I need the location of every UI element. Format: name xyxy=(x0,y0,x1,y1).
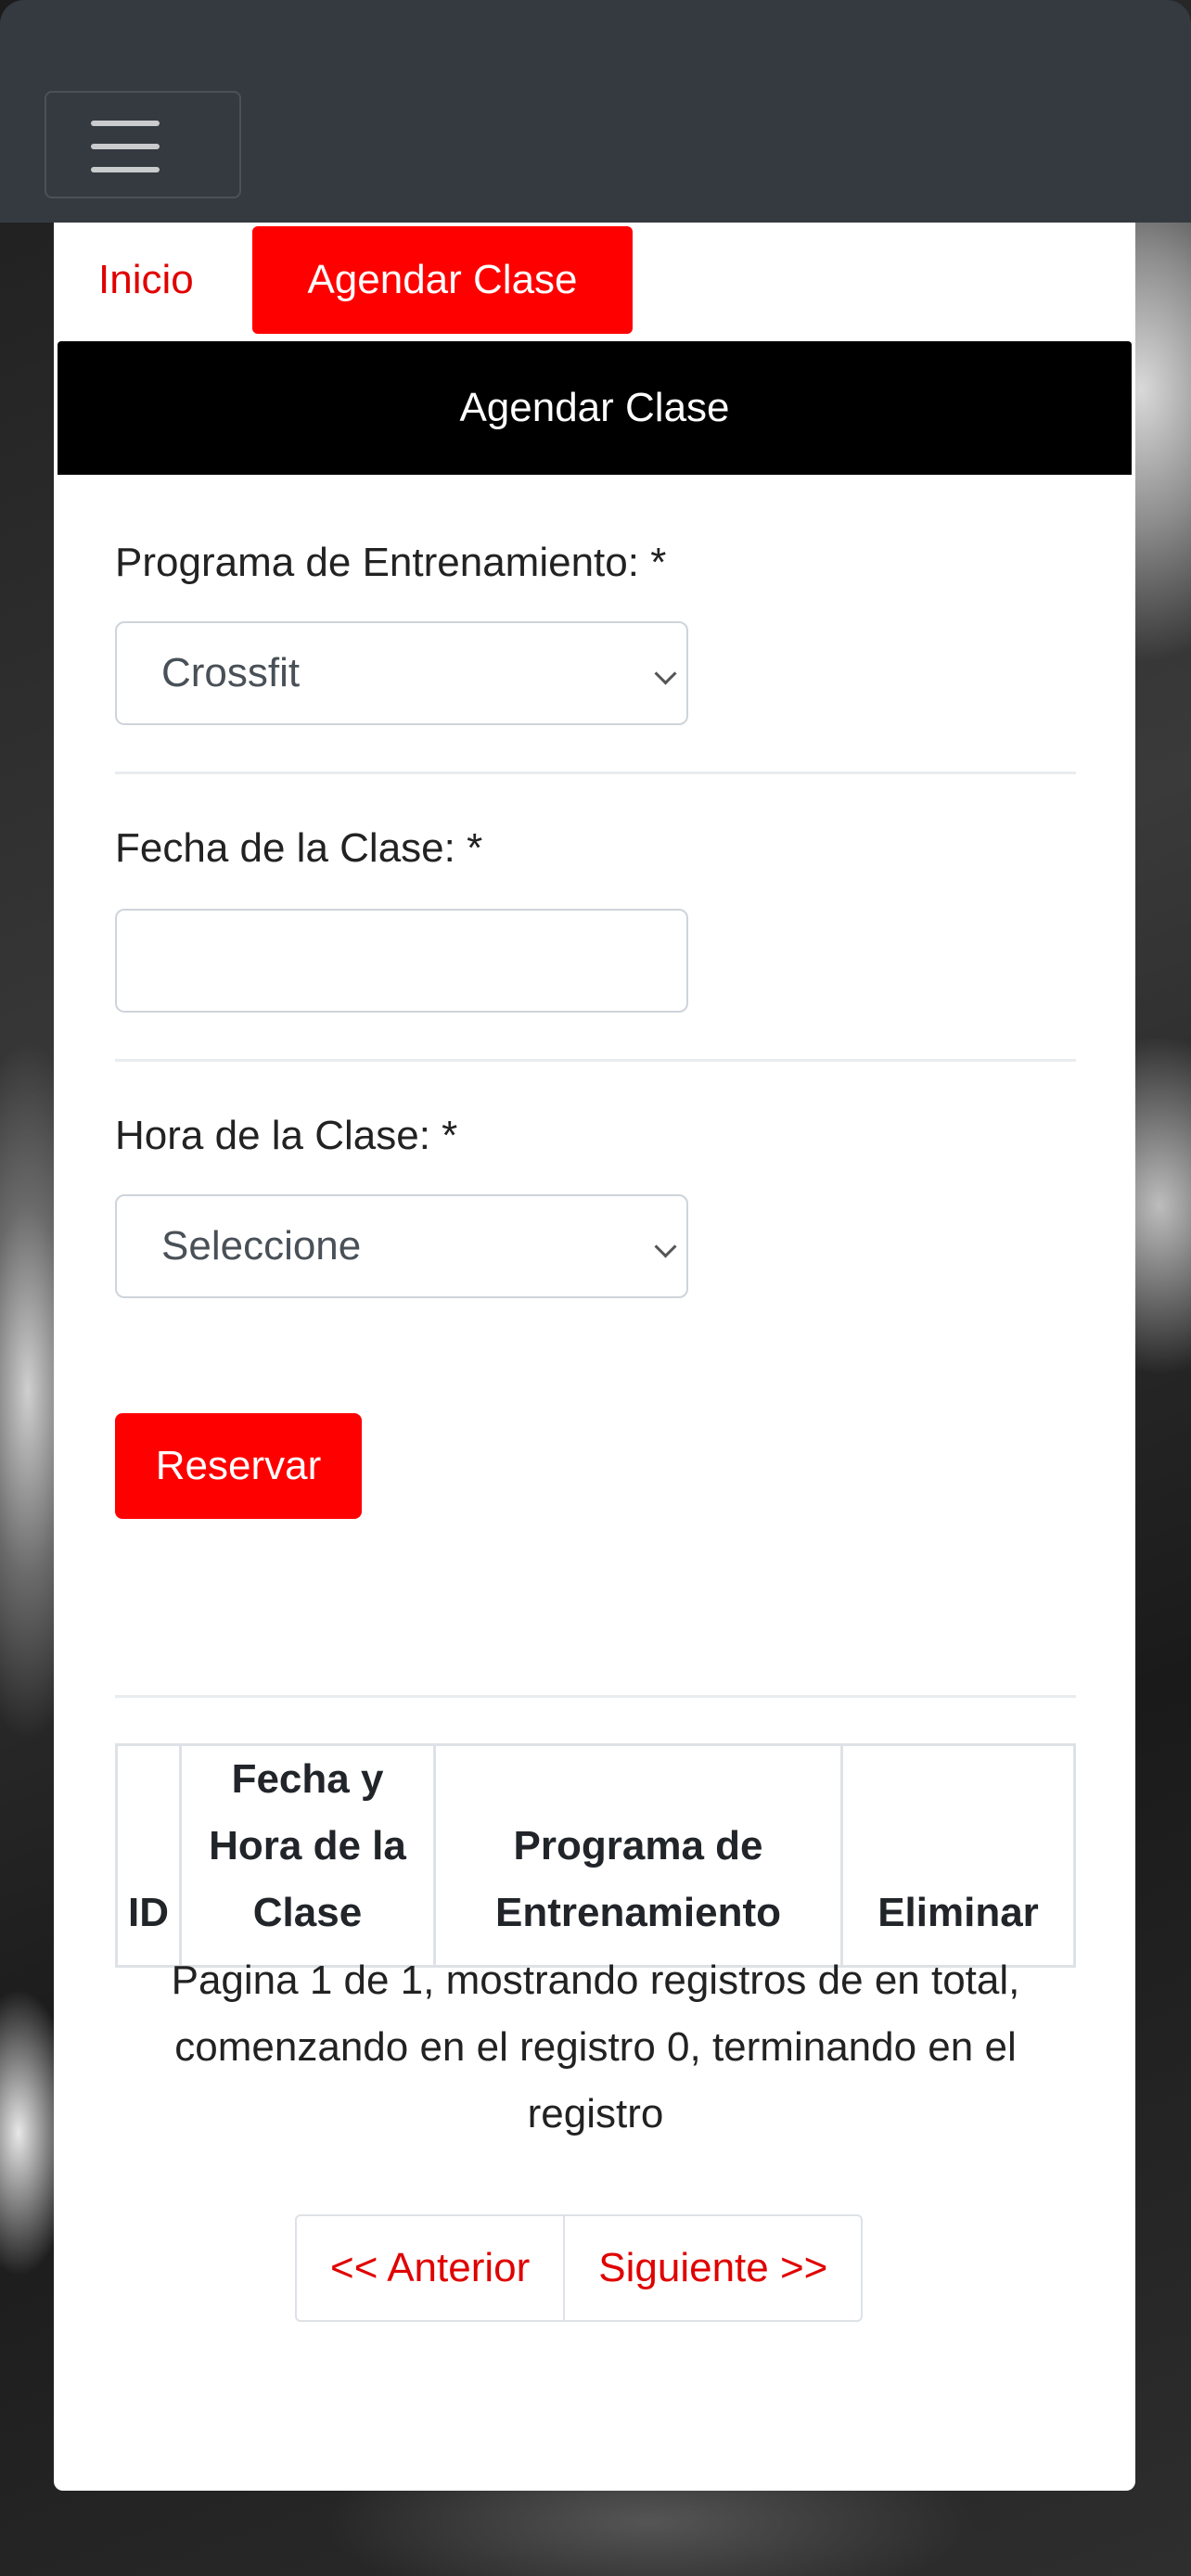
chevron-down-icon xyxy=(654,662,677,685)
column-header-id: ID xyxy=(115,1743,182,1968)
program-label: Programa de Entrenamiento: * xyxy=(115,540,667,585)
date-input[interactable] xyxy=(115,909,688,1013)
time-select-value: Seleccione xyxy=(161,1223,362,1269)
divider xyxy=(115,772,1076,774)
divider xyxy=(115,1695,1076,1698)
main-card: Inicio Agendar Clase Agendar Clase Progr… xyxy=(54,223,1135,2491)
column-header-programa: Programa de Entrenamiento xyxy=(433,1743,843,1968)
previous-page-link[interactable]: << Anterior xyxy=(297,2216,563,2320)
navbar xyxy=(0,0,1191,223)
navbar-toggle-button[interactable] xyxy=(45,91,241,198)
tab-agendar-clase[interactable]: Agendar Clase xyxy=(252,226,633,334)
divider xyxy=(115,1059,1076,1062)
column-header-fecha-hora: Fecha y Hora de la Clase xyxy=(179,1743,436,1968)
card-header-title: Agendar Clase xyxy=(58,341,1132,475)
time-label: Hora de la Clase: * xyxy=(115,1113,458,1158)
hamburger-menu-icon-bar xyxy=(91,144,160,149)
pagination-summary: Pagina 1 de 1, mostrando registros de en… xyxy=(171,1958,1020,2136)
next-page-link[interactable]: Siguiente >> xyxy=(563,2216,861,2320)
date-label: Fecha de la Clase: * xyxy=(115,825,483,871)
pagination: << Anterior Siguiente >> xyxy=(295,2214,864,2322)
chevron-down-icon xyxy=(654,1235,677,1258)
reservar-button[interactable]: Reservar xyxy=(115,1413,362,1519)
program-select-value: Crossfit xyxy=(161,650,301,695)
tab-inicio[interactable]: Inicio xyxy=(98,226,194,334)
hamburger-menu-icon-bar xyxy=(91,167,160,172)
program-select[interactable]: Crossfit xyxy=(115,621,688,725)
column-header-eliminar: Eliminar xyxy=(840,1743,1076,1968)
table-header-row: ID Fecha y Hora de la Clase Programa de … xyxy=(115,1743,1076,1968)
hamburger-menu-icon xyxy=(91,121,160,126)
reservations-table: ID Fecha y Hora de la Clase Programa de … xyxy=(115,1743,1076,1968)
time-select[interactable]: Seleccione xyxy=(115,1194,688,1298)
